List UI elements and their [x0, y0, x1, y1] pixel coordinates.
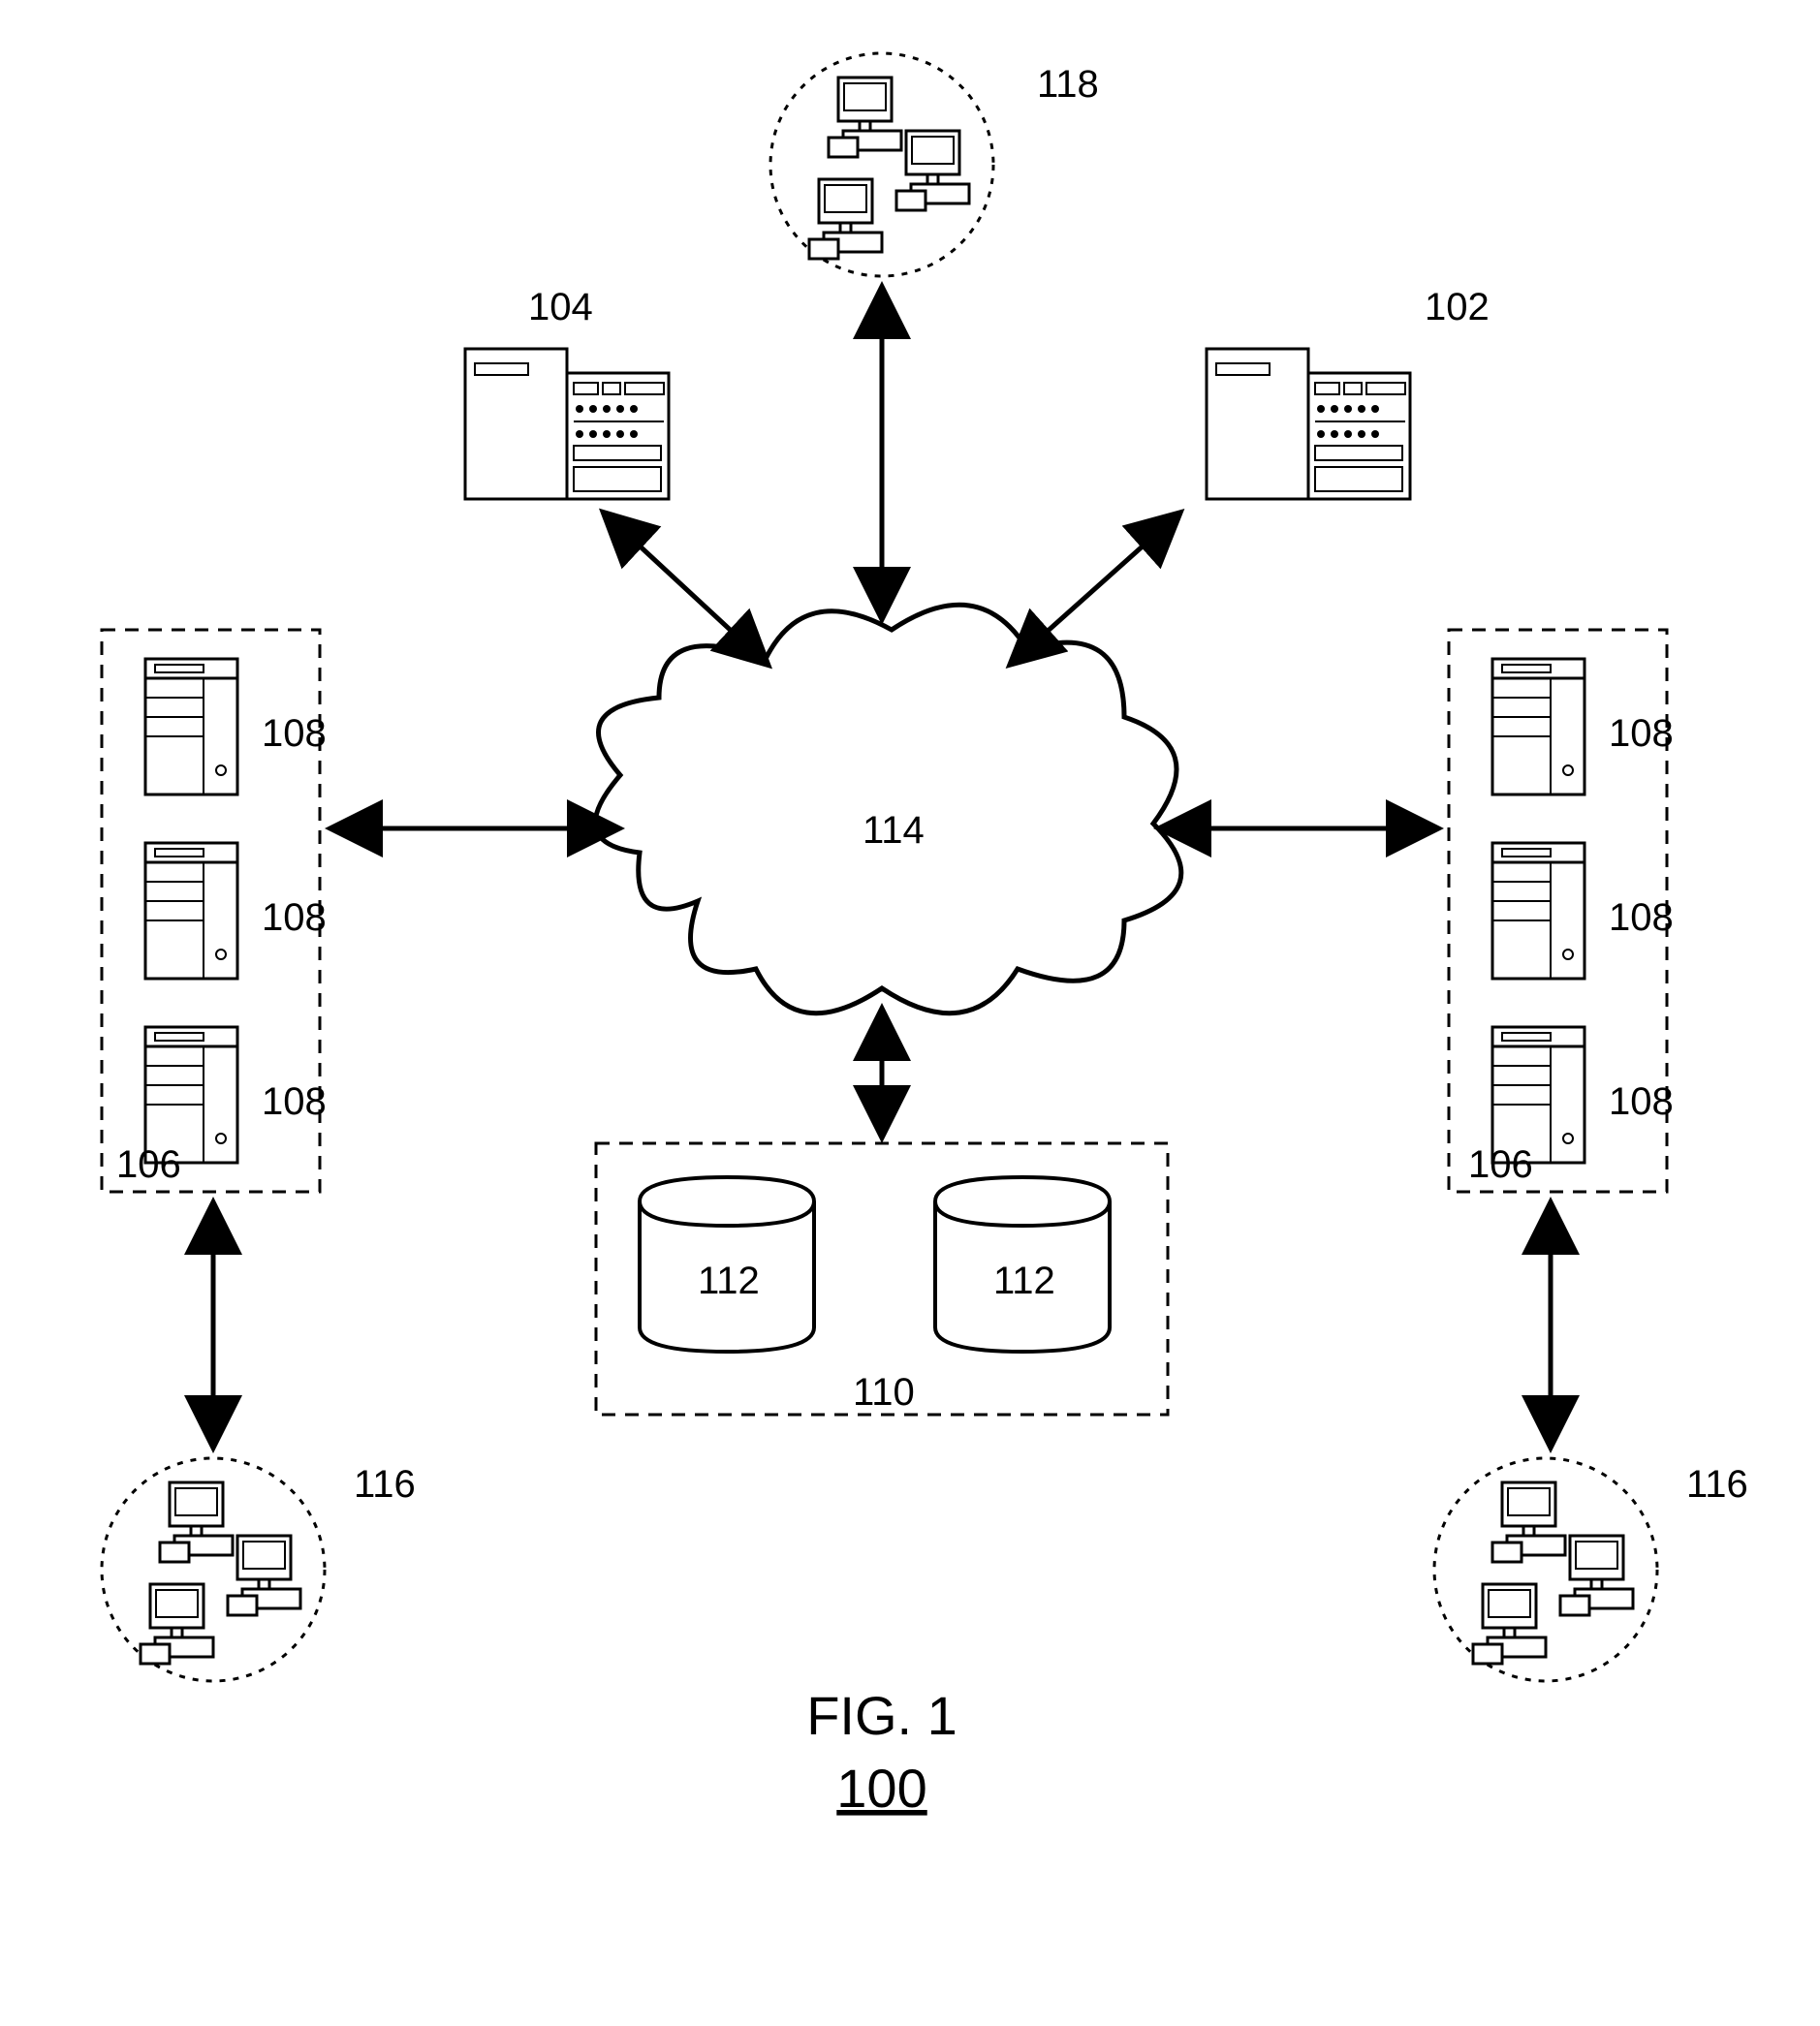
server-farm-left-label: 106	[116, 1143, 181, 1186]
mainframe-104: 104	[465, 286, 669, 499]
client-cluster-top-label: 118	[1037, 63, 1099, 106]
figure-caption-line1: FIG. 1	[806, 1685, 957, 1746]
storage-pool-label: 110	[853, 1371, 915, 1414]
storage-item-label: 112	[993, 1260, 1055, 1302]
mainframe-102-label: 102	[1425, 286, 1490, 328]
client-cluster-right: 116	[1434, 1458, 1748, 1681]
figure-caption: FIG. 1 100	[806, 1685, 957, 1819]
client-cluster-left: 116	[102, 1458, 416, 1681]
client-cluster-left-label: 116	[354, 1463, 416, 1506]
mainframe-104-label: 104	[528, 286, 593, 328]
server-item-label: 108	[1609, 712, 1674, 755]
storage-pool: 112 112 110	[596, 1143, 1168, 1415]
network-cloud: 114	[595, 605, 1181, 1013]
client-cluster-top: 118	[770, 53, 1099, 276]
server-item-label: 108	[1609, 1080, 1674, 1123]
network-diagram: 114 118 104 102 108 108 108 106 108 108 …	[0, 0, 1820, 2026]
server-item-label: 108	[262, 896, 327, 939]
server-item-label: 108	[262, 1080, 327, 1123]
server-farm-right-label: 106	[1468, 1143, 1533, 1186]
cloud-label: 114	[863, 809, 925, 852]
figure-caption-line2: 100	[836, 1758, 926, 1819]
client-cluster-right-label: 116	[1686, 1463, 1748, 1506]
server-item-label: 108	[262, 712, 327, 755]
server-farm-left: 108 108 108 106	[102, 630, 327, 1192]
server-item-label: 108	[1609, 896, 1674, 939]
mainframe-102: 102	[1207, 286, 1490, 499]
server-farm-right: 108 108 108 106	[1449, 630, 1674, 1192]
storage-item-label: 112	[698, 1260, 760, 1302]
